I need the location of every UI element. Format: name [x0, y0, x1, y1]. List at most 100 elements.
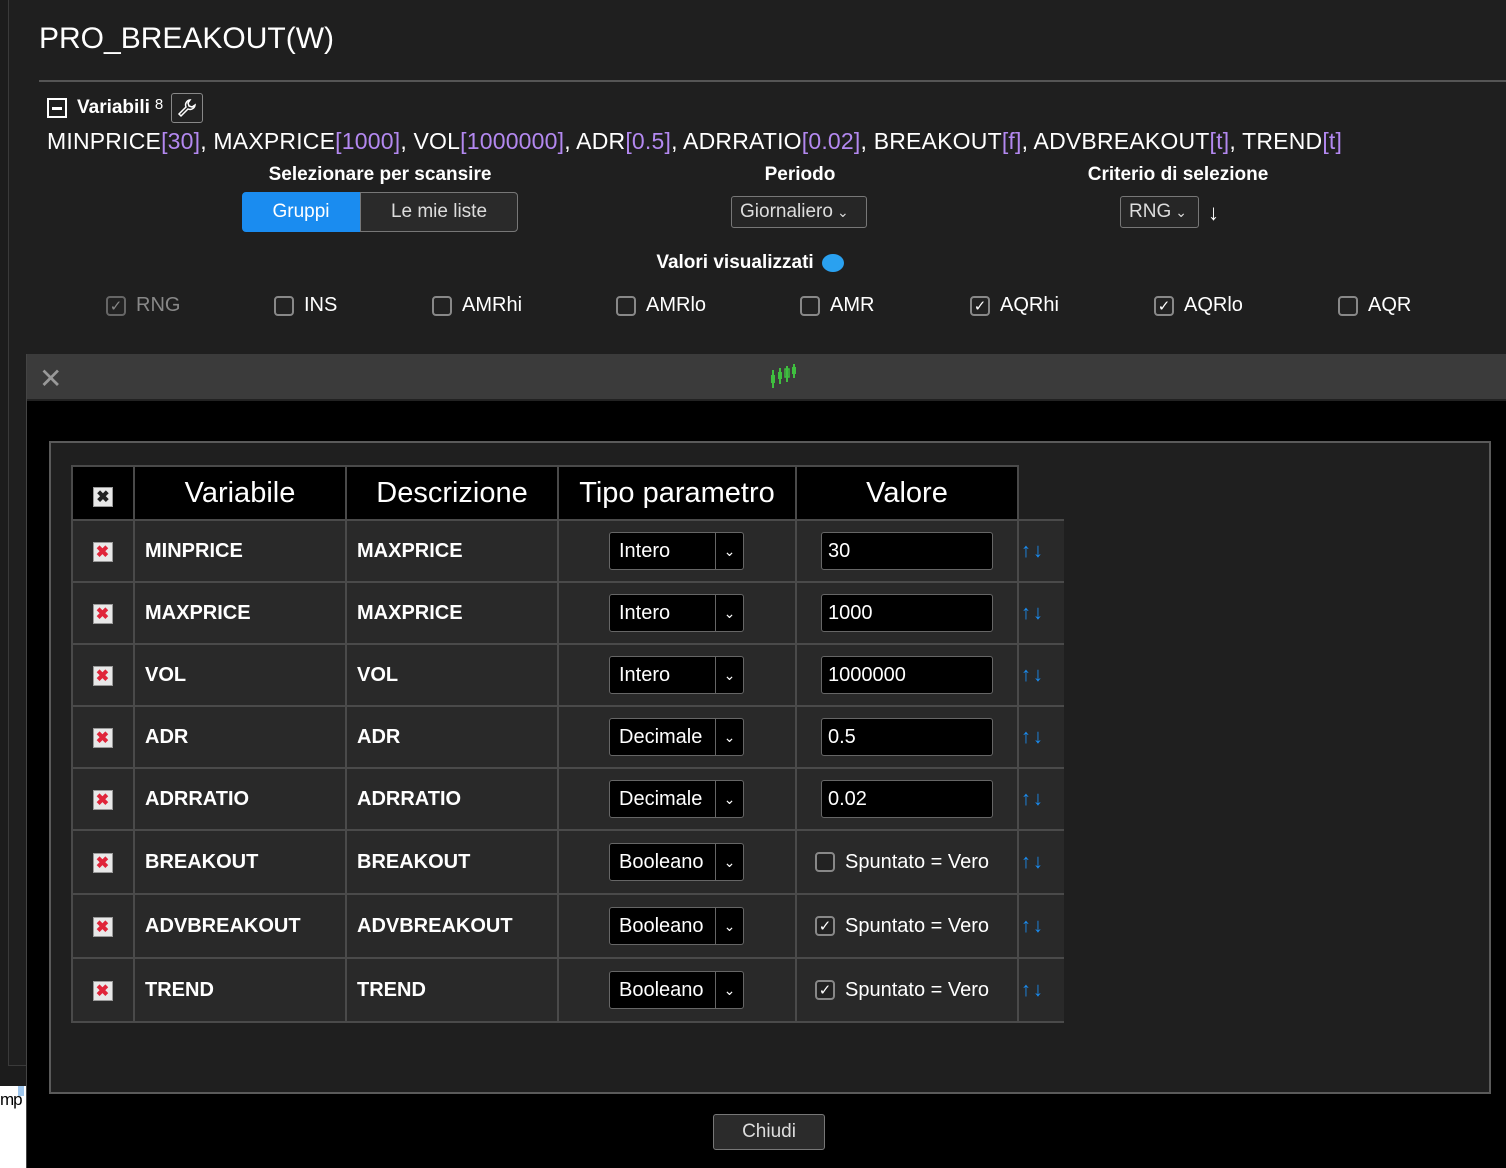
valori-option-label: AQR	[1368, 294, 1412, 316]
move-down-icon[interactable]: ↓	[1033, 788, 1045, 810]
value-input[interactable]: 1000000	[821, 656, 993, 694]
sort-down-icon[interactable]: ↓	[1208, 200, 1219, 226]
move-up-icon[interactable]: ↑	[1021, 915, 1033, 937]
collapse-icon[interactable]	[47, 98, 67, 118]
move-down-icon[interactable]: ↓	[1033, 979, 1045, 1001]
criterio-select[interactable]: RNG ⌄	[1120, 196, 1199, 228]
close-button[interactable]: Chiudi	[713, 1114, 825, 1150]
move-up-icon[interactable]: ↑	[1021, 664, 1033, 686]
value-input[interactable]: 0.02	[821, 780, 993, 818]
variable-cell: TREND	[133, 957, 347, 1023]
value-input[interactable]: 0.5	[821, 718, 993, 756]
type-cell: Decimale ⌄	[557, 767, 797, 831]
variable-cell: VOL	[133, 643, 347, 707]
delete-all-icon[interactable]: ✖	[93, 486, 113, 507]
type-select[interactable]: Decimale ⌄	[609, 780, 744, 818]
value-input[interactable]: 1000	[821, 594, 993, 632]
value-input[interactable]: 30	[821, 532, 993, 570]
variables-label: Variabili	[77, 97, 150, 118]
valori-option[interactable]: AMRhi	[432, 294, 522, 317]
type-select[interactable]: Intero ⌄	[609, 656, 744, 694]
param-separator: ,	[671, 128, 684, 154]
type-select[interactable]: Booleano ⌄	[609, 971, 744, 1009]
description-cell: TREND	[345, 957, 559, 1023]
delete-row-icon[interactable]: ✖	[92, 603, 113, 624]
periodo-select[interactable]: Giornaliero ⌄	[731, 196, 867, 228]
header-spacer	[1018, 466, 1064, 520]
param-name: VOL	[413, 128, 461, 154]
checkbox[interactable]	[800, 295, 820, 316]
delete-row-icon[interactable]: ✖	[92, 727, 113, 748]
row-delete-cell: ✖	[71, 581, 135, 645]
delete-row-icon[interactable]: ✖	[92, 541, 113, 562]
info-bubble-icon[interactable]	[821, 254, 844, 272]
valori-option[interactable]: ✓ RNG	[106, 294, 180, 317]
checkbox[interactable]: ✓	[970, 295, 990, 316]
title-divider	[39, 80, 1506, 82]
type-select[interactable]: Intero ⌄	[609, 594, 744, 632]
close-icon[interactable]: ✕	[39, 362, 62, 395]
type-value: Decimale	[619, 787, 703, 810]
move-up-icon[interactable]: ↑	[1021, 726, 1033, 748]
move-up-icon[interactable]: ↑	[1021, 788, 1033, 810]
segment-gruppi[interactable]: Gruppi	[242, 192, 360, 232]
valori-option[interactable]: AQR	[1338, 294, 1411, 317]
delete-row-icon[interactable]: ✖	[92, 789, 113, 810]
value-cell: 1000	[795, 581, 1019, 645]
bool-control[interactable]: ✓ Spuntato = Vero	[815, 979, 1016, 1002]
delete-row-icon[interactable]: ✖	[92, 916, 113, 937]
move-up-icon[interactable]: ↑	[1021, 979, 1033, 1001]
valori-option[interactable]: AMR	[800, 294, 874, 317]
page-title: PRO_BREAKOUT(W)	[39, 22, 335, 55]
move-up-icon[interactable]: ↑	[1021, 851, 1033, 873]
move-up-icon[interactable]: ↑	[1021, 540, 1033, 562]
move-down-icon[interactable]: ↓	[1033, 540, 1045, 562]
checkbox[interactable]: ✓	[815, 980, 835, 1000]
checkbox[interactable]	[1338, 295, 1358, 316]
checkbox[interactable]	[432, 295, 452, 316]
description-cell: VOL	[345, 643, 559, 707]
type-select[interactable]: Booleano ⌄	[609, 907, 744, 945]
param-value: [t]	[1322, 128, 1343, 154]
checkbox[interactable]	[274, 295, 294, 316]
move-up-icon[interactable]: ↑	[1021, 602, 1033, 624]
bool-label: Spuntato = Vero	[845, 978, 990, 1001]
value-cell: Spuntato = Vero	[795, 829, 1019, 895]
bool-control[interactable]: Spuntato = Vero	[815, 851, 1016, 874]
params-panel: ✖ Variabile Descrizione Tipo parametro V…	[49, 441, 1491, 1094]
valori-option[interactable]: INS	[274, 294, 337, 317]
scan-segmented-control: Gruppi Le mie liste	[242, 192, 518, 232]
valori-option[interactable]: AMRlo	[616, 294, 706, 317]
delete-row-icon[interactable]: ✖	[92, 980, 113, 1001]
type-value: Booleano	[619, 914, 704, 937]
valori-option[interactable]: ✓ AQRlo	[1154, 294, 1243, 317]
checkbox[interactable]	[616, 295, 636, 316]
type-select[interactable]: Intero ⌄	[609, 532, 744, 570]
type-value: Booleano	[619, 978, 704, 1001]
move-down-icon[interactable]: ↓	[1033, 915, 1045, 937]
chevron-down-icon: ⌄	[715, 781, 743, 817]
segment-le-mie-liste[interactable]: Le mie liste	[360, 192, 518, 232]
type-select[interactable]: Booleano ⌄	[609, 843, 744, 881]
delete-row-icon[interactable]: ✖	[92, 665, 113, 686]
valori-option[interactable]: ✓ AQRhi	[970, 294, 1059, 317]
description-cell: ADR	[345, 705, 559, 769]
checkbox[interactable]: ✓	[106, 295, 126, 316]
variables-dialog: ✕ ✖ Variabile Descrizione Tipo parametro…	[26, 354, 1506, 1168]
move-down-icon[interactable]: ↓	[1033, 851, 1045, 873]
param-separator: ,	[564, 128, 577, 154]
move-down-icon[interactable]: ↓	[1033, 726, 1045, 748]
checkbox[interactable]	[815, 852, 835, 872]
table-row: ✖ MINPRICE MAXPRICE Intero ⌄ 30 ↑↓	[71, 519, 1064, 583]
type-select[interactable]: Decimale ⌄	[609, 718, 744, 756]
value-cell: ✓ Spuntato = Vero	[795, 957, 1019, 1023]
wrench-icon[interactable]	[171, 93, 204, 123]
delete-row-icon[interactable]: ✖	[92, 852, 113, 873]
table-header-row: ✖ Variabile Descrizione Tipo parametro V…	[71, 465, 1064, 521]
bool-control[interactable]: ✓ Spuntato = Vero	[815, 915, 1016, 938]
move-down-icon[interactable]: ↓	[1033, 602, 1045, 624]
table-row: ✖ ADR ADR Decimale ⌄ 0.5 ↑↓	[71, 705, 1064, 769]
checkbox[interactable]: ✓	[1154, 295, 1174, 316]
checkbox[interactable]: ✓	[815, 916, 835, 936]
move-down-icon[interactable]: ↓	[1033, 664, 1045, 686]
